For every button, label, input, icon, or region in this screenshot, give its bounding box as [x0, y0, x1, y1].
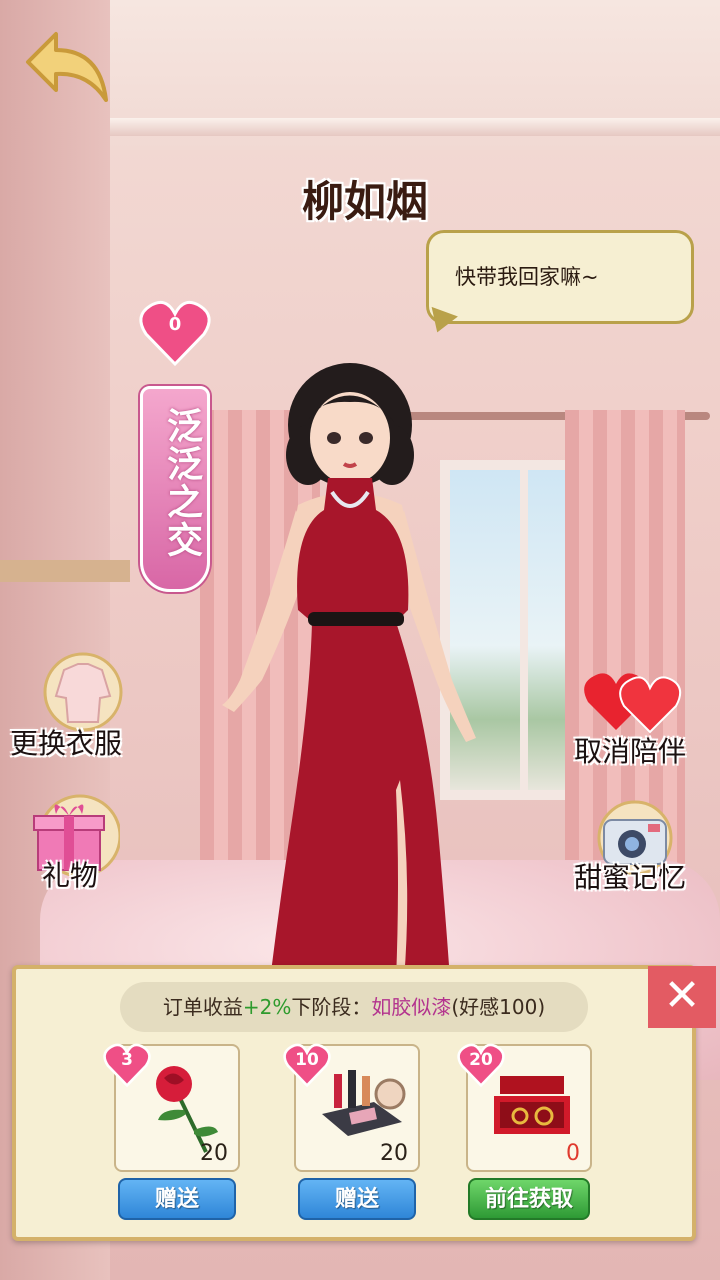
- affection-level-ribbon: 泛泛之交: [140, 386, 210, 592]
- change-outfit-button[interactable]: 更换衣服: [8, 652, 138, 762]
- affection-heart: 0: [138, 298, 212, 368]
- cancel-companion-button[interactable]: 取消陪伴: [570, 660, 700, 770]
- go-obtain-button[interactable]: 前往获取: [468, 1178, 590, 1220]
- speech-bubble: 快带我回家嘛~: [424, 230, 694, 338]
- cancel-companion-label: 取消陪伴: [574, 735, 687, 768]
- back-arrow-icon[interactable]: [22, 28, 112, 108]
- rose-affection-badge: 3: [102, 1042, 152, 1088]
- character-name: 柳如烟: [301, 177, 428, 226]
- sweet-memory-button[interactable]: 甜蜜记忆: [572, 800, 702, 900]
- stage-prefix: 订单收益: [162, 995, 243, 1019]
- rose-affection: 3: [121, 1050, 133, 1070]
- character-illustration[interactable]: [200, 360, 500, 980]
- jewelry-count: 0: [566, 1141, 580, 1166]
- blouse-icon: [43, 652, 123, 732]
- affection-level: 泛泛之交: [161, 407, 202, 559]
- stage-suffix: (好感100): [451, 995, 546, 1019]
- gift-button[interactable]: 礼物: [30, 792, 130, 892]
- cosmetics-affection-badge: 10: [282, 1042, 332, 1088]
- cosmetics-count: 20: [380, 1141, 408, 1166]
- close-icon[interactable]: ✕: [648, 966, 716, 1028]
- gift-cosmetics-button[interactable]: 赠送: [298, 1178, 416, 1220]
- cosmetics-affection: 10: [295, 1050, 319, 1070]
- affection-value: 0: [168, 314, 182, 335]
- wall-shelf: [0, 560, 130, 582]
- sweet-memory-label: 甜蜜记忆: [574, 861, 687, 894]
- stage-next: 如胶似漆: [371, 995, 452, 1019]
- stage-bonus: +2%: [242, 995, 292, 1019]
- double-heart-icon: [584, 673, 682, 734]
- jewelry-affection-badge: 20: [456, 1042, 506, 1088]
- change-outfit-label: 更换衣服: [10, 727, 123, 760]
- gift-rose-button[interactable]: 赠送: [118, 1178, 236, 1220]
- jewelry-affection: 20: [469, 1050, 493, 1070]
- speech-text: 快带我回家嘛~: [455, 265, 599, 289]
- rose-count: 20: [200, 1141, 228, 1166]
- gift-label: 礼物: [42, 859, 99, 892]
- stage-info: 订单收益+2%下阶段：如胶似漆(好感100): [120, 982, 588, 1032]
- stage-middle: 下阶段：: [291, 995, 372, 1019]
